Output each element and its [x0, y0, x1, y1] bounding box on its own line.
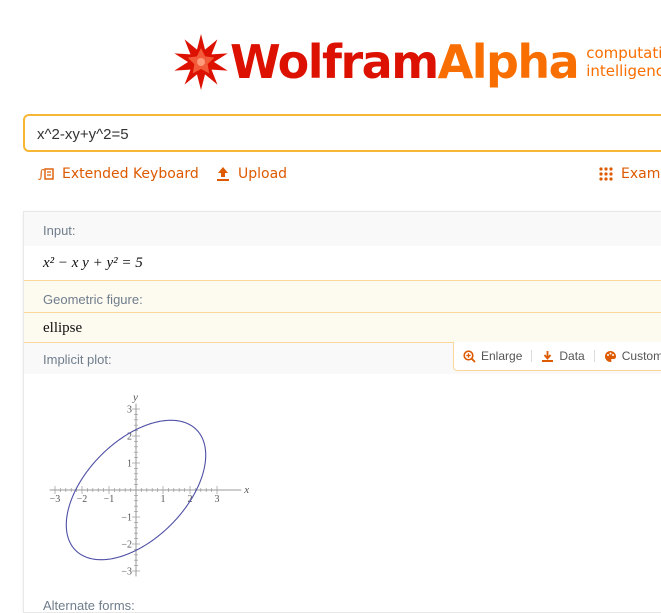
tagline-line-1: computational	[586, 44, 661, 62]
x-tick-label: 3	[215, 494, 220, 505]
examples-button[interactable]: Examples	[599, 166, 661, 182]
y-tick-label: 3	[127, 405, 132, 416]
x-tick-label: −3	[50, 494, 61, 505]
examples-label: Examples	[621, 166, 661, 182]
geometric-figure-label: Geometric figure:	[43, 292, 143, 307]
x-tick-label: −1	[104, 494, 115, 505]
button-divider	[593, 350, 595, 362]
button-divider	[531, 350, 533, 362]
y-tick-label: −3	[121, 567, 132, 578]
input-pod-header: Input:	[24, 212, 661, 246]
y-tick-label: −1	[121, 513, 132, 524]
geometric-figure-pod-header: Geometric figure:	[24, 280, 661, 314]
geometric-figure-value: ellipse	[43, 320, 83, 336]
alternate-forms-label: Alternate forms:	[43, 598, 135, 613]
plot-pod-buttons: Enlarge Data Customize	[453, 342, 661, 371]
implicit-plot[interactable]: −3 −2 −1 1 2 3 −3 −2 −1 1 2 3 x y	[24, 374, 661, 592]
customize-label: Customize	[621, 349, 661, 363]
input-pod-label: Input:	[43, 223, 76, 238]
grid-dots-icon	[599, 167, 613, 181]
upload-label: Upload	[238, 166, 288, 182]
spikey-star-icon	[174, 34, 228, 90]
logo-word-alpha: Alpha	[437, 35, 580, 89]
input-pod-content[interactable]: x² − x y + y² = 5	[24, 246, 661, 280]
x-tick-label: −2	[77, 494, 88, 505]
extended-keyboard-button[interactable]: ∫ Extended Keyboard	[38, 166, 199, 182]
upload-button[interactable]: Upload	[216, 166, 287, 182]
y-tick-label: −2	[121, 540, 132, 551]
palette-icon	[604, 350, 616, 362]
input-toolbar: ∫ Extended Keyboard Upload Examples	[38, 166, 661, 186]
svg-text:∫: ∫	[38, 167, 45, 181]
x-axis-label: x	[243, 484, 249, 496]
data-button[interactable]: Data	[541, 349, 585, 363]
implicit-plot-label: Implicit plot:	[43, 352, 112, 367]
x-tick-label: 1	[161, 494, 166, 505]
enlarge-button[interactable]: Enlarge	[463, 349, 522, 363]
results-panel: Input: x² − x y + y² = 5 Geometric figur…	[24, 212, 661, 613]
zoom-in-icon	[463, 349, 476, 363]
keyboard-math-icon: ∫	[38, 167, 54, 181]
geometric-figure-content[interactable]: ellipse	[24, 312, 661, 343]
y-tick-label: 1	[127, 459, 132, 470]
search-query-text: x^2-xy+y^2=5	[37, 126, 129, 143]
extended-keyboard-label: Extended Keyboard	[62, 166, 199, 182]
logo-word-wolfram: Wolfram	[230, 35, 439, 89]
plot-svg: −3 −2 −1 1 2 3−3−2−1123xy	[49, 392, 249, 578]
upload-icon	[217, 167, 229, 181]
logo-tagline: computational intelligence.	[586, 44, 661, 80]
tagline-line-2: intelligence.	[586, 62, 661, 80]
wolframalpha-logo[interactable]: WolframAlpha computational intelligence.	[172, 32, 661, 92]
logo-wordmark: WolframAlpha	[230, 39, 580, 85]
input-equation: x² − x y + y² = 5	[43, 255, 143, 271]
y-axis-label: y	[132, 392, 138, 404]
search-input[interactable]: x^2-xy+y^2=5	[23, 114, 661, 152]
customize-button[interactable]: Customize	[604, 349, 661, 363]
enlarge-label: Enlarge	[481, 349, 523, 363]
download-icon	[542, 350, 554, 362]
data-label: Data	[559, 349, 585, 363]
